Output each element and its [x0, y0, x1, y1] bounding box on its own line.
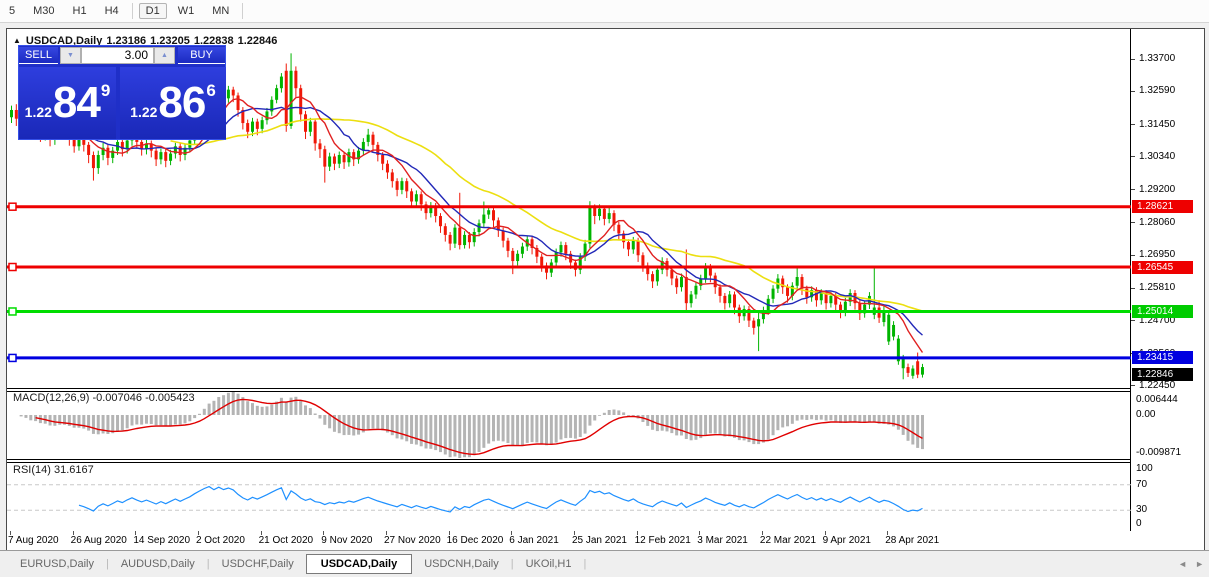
macd-max-label: 0.006444: [1136, 394, 1204, 406]
toolbar-separator: [132, 3, 133, 19]
line-handle[interactable]: [9, 308, 16, 315]
date-tick-label: 26 Aug 2020: [71, 535, 127, 546]
close-value: 1.22846: [238, 35, 278, 47]
date-tick-label: 2 Oct 2020: [196, 535, 245, 546]
tab-usdcad[interactable]: USDCAD,Daily: [306, 554, 412, 574]
price-tick-label: 1.28060: [1139, 217, 1201, 229]
tab-audusd[interactable]: AUDUSD,Daily: [109, 554, 207, 574]
tab-scroll-left-icon[interactable]: ◄: [1178, 559, 1187, 569]
date-tick-label: 27 Nov 2020: [384, 535, 441, 546]
timeframe-button-w1[interactable]: W1: [171, 3, 202, 19]
line-handle[interactable]: [9, 203, 16, 210]
toolbar-separator: [242, 3, 243, 19]
timeframe-button-d1[interactable]: D1: [139, 3, 167, 19]
buy-price-pip: 6: [206, 81, 215, 101]
timeframe-toolbar: 5M30 H1H4 D1W1MN: [0, 0, 1209, 23]
rsi-axis-label: 100: [1136, 463, 1204, 475]
one-click-trade-panel: SELL ▼ 3.00 ▲ BUY 1.22 84 9 1.22 86 6: [18, 45, 226, 140]
date-tick-label: 6 Jan 2021: [509, 535, 559, 546]
sell-price-pip: 9: [101, 81, 110, 101]
rsi-line: [79, 487, 923, 512]
date-tick-label: 21 Oct 2020: [259, 535, 313, 546]
price-tick-mark: [1131, 91, 1135, 92]
price-tick-mark: [1131, 156, 1135, 157]
tab-usdcnh[interactable]: USDCNH,Daily: [412, 554, 511, 574]
rsi-axis-label: 30: [1136, 504, 1204, 516]
rsi-axis-label: 70: [1136, 479, 1204, 491]
rsi-axis-label: 0: [1136, 518, 1204, 530]
buy-price-button[interactable]: 1.22 86 6: [120, 67, 226, 139]
price-tick-mark: [1131, 222, 1135, 223]
date-tick-label: 3 Mar 2021: [697, 535, 748, 546]
date-tick-label: 16 Dec 2020: [447, 535, 504, 546]
tab-separator: |: [583, 558, 586, 570]
price-tick-label: 1.31450: [1139, 119, 1201, 131]
price-tick-mark: [1131, 385, 1135, 386]
sell-price-big: 84: [53, 73, 100, 133]
rsi-indicator-label: RSI(14) 31.6167: [13, 464, 94, 476]
price-tick-label: 1.26950: [1139, 249, 1201, 261]
timeframe-button-h1[interactable]: H1: [66, 3, 94, 19]
macd-indicator-label: MACD(12,26,9) -0.007046 -0.005423: [13, 392, 195, 404]
buy-button[interactable]: BUY: [178, 47, 225, 64]
line-handle[interactable]: [9, 264, 16, 271]
price-tick-label: 1.30340: [1139, 151, 1201, 163]
price-tick-mark: [1131, 189, 1135, 190]
line-price-badge: 1.26545: [1132, 261, 1193, 274]
macd-min-label: -0.009871: [1136, 447, 1204, 459]
date-axis[interactable]: 7 Aug 2020 26 Aug 2020 14 Sep 2020 2 Oct 20…: [7, 531, 1203, 549]
date-tick-label: 9 Nov 2020: [321, 535, 372, 546]
price-tick-mark: [1131, 255, 1135, 256]
moving-average-line: [171, 119, 923, 311]
price-tick-label: 1.33700: [1139, 53, 1201, 65]
price-tick-label: 1.29200: [1139, 184, 1201, 196]
current-price-badge: 1.22846: [1132, 368, 1193, 381]
volume-input[interactable]: 3.00: [81, 47, 154, 64]
sell-price-prefix: 1.22: [25, 104, 52, 120]
date-tick-label: 22 Mar 2021: [760, 535, 816, 546]
timeframe-button-mn[interactable]: MN: [205, 3, 236, 19]
buy-price-prefix: 1.22: [130, 104, 157, 120]
line-price-badge: 1.25014: [1132, 305, 1193, 318]
trading-platform-window: 5M30H1H4D1W1MN ▲USDCAD,Daily1.231861.232…: [0, 0, 1209, 577]
timeframe-button-h4[interactable]: H4: [98, 3, 126, 19]
price-tick-mark: [1131, 288, 1135, 289]
date-tick-label: 25 Jan 2021: [572, 535, 627, 546]
price-tick-mark: [1131, 59, 1135, 60]
tab-usdchf[interactable]: USDCHF,Daily: [210, 554, 306, 574]
buy-price-big: 86: [158, 73, 205, 133]
timeframe-button-5[interactable]: 5: [2, 3, 22, 19]
trade-panel-top-row: SELL ▼ 3.00 ▲ BUY: [19, 46, 225, 65]
line-price-badge: 1.28621: [1132, 200, 1193, 213]
arrow-down-icon: ▼: [67, 52, 74, 59]
price-tick-label: 1.22450: [1139, 380, 1201, 392]
line-price-badge: 1.23415: [1132, 351, 1193, 364]
chart-tab-bar: EURUSD,Daily|AUDUSD,Daily|USDCHF,DailyUS…: [0, 550, 1209, 577]
price-tick-mark: [1131, 320, 1135, 321]
date-tick-label: 9 Apr 2021: [823, 535, 871, 546]
date-tick-label: 7 Aug 2020: [8, 535, 59, 546]
price-tick-mark: [1131, 124, 1135, 125]
price-tick-label: 1.32590: [1139, 85, 1201, 97]
moving-average-line: [69, 107, 922, 335]
tab-ukoil[interactable]: UKOil,H1: [514, 554, 584, 574]
price-tick-label: 1.25810: [1139, 282, 1201, 294]
tab-eurusd[interactable]: EURUSD,Daily: [8, 554, 106, 574]
timeframe-button-m30[interactable]: M30: [26, 3, 61, 19]
date-tick-label: 14 Sep 2020: [133, 535, 190, 546]
macd-zero-label: 0.00: [1136, 409, 1204, 421]
date-tick-label: 28 Apr 2021: [885, 535, 939, 546]
tab-scroll-right-icon[interactable]: ►: [1195, 559, 1204, 569]
volume-increase-button[interactable]: ▲: [154, 47, 175, 64]
sell-button[interactable]: SELL: [19, 47, 58, 64]
collapse-icon[interactable]: ▲: [13, 36, 21, 45]
line-handle[interactable]: [9, 354, 16, 361]
arrow-up-icon: ▲: [161, 52, 168, 59]
volume-decrease-button[interactable]: ▼: [60, 47, 81, 64]
date-tick-label: 12 Feb 2021: [635, 535, 691, 546]
sell-price-button[interactable]: 1.22 84 9: [19, 67, 116, 139]
